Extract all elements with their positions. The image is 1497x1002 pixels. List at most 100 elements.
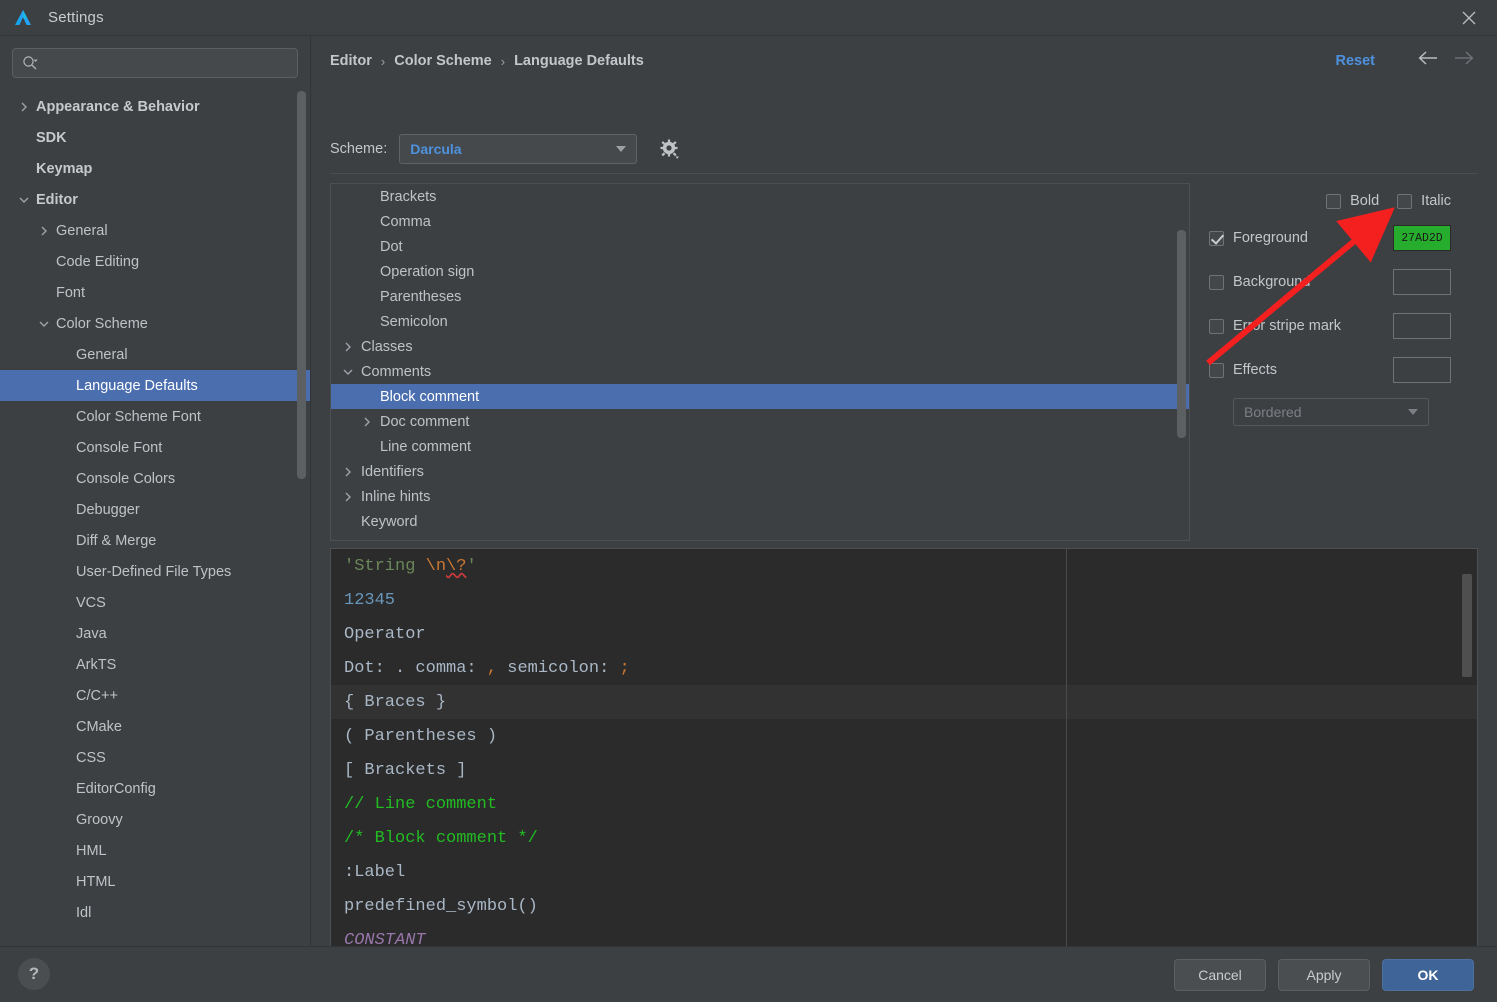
effects-checkbox[interactable]: [1209, 362, 1224, 378]
chevron-down-icon: [1408, 409, 1418, 415]
sidebar-item-debugger[interactable]: Debugger: [0, 494, 310, 525]
sidebar-scrollbar-thumb[interactable]: [297, 91, 306, 479]
reset-link[interactable]: Reset: [1336, 53, 1376, 69]
category-item-block-comment[interactable]: Block comment: [331, 384, 1189, 409]
chevron-down-icon[interactable]: [36, 316, 52, 332]
effects-color-swatch[interactable]: [1393, 357, 1451, 383]
code-preview[interactable]: 'String \n \? ' 12345 Operator Dot: . comm…: [330, 548, 1478, 960]
sidebar-item-console-font[interactable]: Console Font: [0, 432, 310, 463]
category-item-doc-comment[interactable]: Doc comment: [331, 409, 1189, 434]
italic-checkbox[interactable]: [1397, 193, 1413, 209]
ok-button[interactable]: OK: [1382, 959, 1474, 991]
sidebar-item-color-scheme[interactable]: Color Scheme: [0, 308, 310, 339]
sidebar-item-html[interactable]: HTML: [0, 866, 310, 897]
sidebar-item-color-scheme-font[interactable]: Color Scheme Font: [0, 401, 310, 432]
sidebar-item-arkts[interactable]: ArkTS: [0, 649, 310, 680]
chevron-right-icon[interactable]: [358, 417, 376, 427]
attribute-label: Error stripe mark: [1233, 318, 1341, 334]
sidebar-item-code-editing[interactable]: Code Editing: [0, 246, 310, 277]
chevron-right-icon[interactable]: [16, 99, 32, 115]
chevron-right-icon[interactable]: [339, 492, 357, 502]
sidebar-item-font[interactable]: Font: [0, 277, 310, 308]
preview-scrollbar-thumb[interactable]: [1462, 574, 1472, 677]
effect-type-value: Bordered: [1244, 404, 1302, 420]
header-divider: [330, 173, 1478, 174]
sidebar-item-general[interactable]: General: [0, 339, 310, 370]
chevron-right-icon[interactable]: [339, 467, 357, 477]
sidebar-item-sdk[interactable]: SDK: [0, 122, 310, 153]
category-scrollbar-thumb[interactable]: [1177, 230, 1186, 438]
foreground-color-swatch[interactable]: 27AD2D: [1393, 225, 1451, 251]
cancel-button[interactable]: Cancel: [1174, 959, 1266, 991]
sidebar-item-console-colors[interactable]: Console Colors: [0, 463, 310, 494]
foreground-checkbox[interactable]: [1209, 230, 1224, 246]
token-operator: Operator: [344, 624, 426, 644]
sidebar-item-hml[interactable]: HML: [0, 835, 310, 866]
gear-icon[interactable]: [659, 138, 681, 160]
token-line-comment: // Line comment: [344, 794, 498, 814]
category-item-comma[interactable]: Comma: [331, 209, 1189, 234]
token-string: 'String: [344, 556, 426, 576]
category-item-semicolon[interactable]: Semicolon: [331, 309, 1189, 334]
color-category-tree[interactable]: Brackets Comma Dot Operation sign Parenthese…: [330, 183, 1190, 541]
category-item-line-comment[interactable]: Line comment: [331, 434, 1189, 459]
breadcrumb-item[interactable]: Language Defaults: [514, 53, 644, 69]
sidebar-item-language-defaults[interactable]: Language Defaults: [0, 370, 310, 401]
search-input[interactable]: [43, 55, 289, 71]
category-item-operation-sign[interactable]: Operation sign: [331, 259, 1189, 284]
chevron-right-icon[interactable]: [36, 223, 52, 239]
arrow-right-icon[interactable]: [1453, 49, 1475, 67]
breadcrumb-item[interactable]: Editor: [330, 53, 372, 69]
italic-label: Italic: [1421, 193, 1451, 209]
apply-button[interactable]: Apply: [1278, 959, 1370, 991]
search-box[interactable]: [12, 48, 298, 78]
search-container: [0, 36, 310, 78]
effect-type-dropdown[interactable]: Bordered: [1233, 398, 1429, 426]
sidebar-item-cmake[interactable]: CMake: [0, 711, 310, 742]
category-item-dot[interactable]: Dot: [331, 234, 1189, 259]
sidebar-item-label: CSS: [76, 749, 106, 766]
category-item-inline-hints[interactable]: Inline hints: [331, 484, 1189, 509]
sidebar-item-css[interactable]: CSS: [0, 742, 310, 773]
arrow-left-icon[interactable]: [1417, 49, 1439, 67]
chevron-down-icon[interactable]: [339, 367, 357, 377]
bold-checkbox[interactable]: [1326, 193, 1342, 209]
category-item-parentheses[interactable]: Parentheses: [331, 284, 1189, 309]
sidebar-item-editorconfig[interactable]: EditorConfig: [0, 773, 310, 804]
bold-checkbox-group[interactable]: Bold: [1326, 193, 1379, 209]
sidebar-item-c-c[interactable]: C/C++: [0, 680, 310, 711]
sidebar-item-keymap[interactable]: Keymap: [0, 153, 310, 184]
category-item-brackets[interactable]: Brackets: [331, 184, 1189, 209]
bold-label: Bold: [1350, 193, 1380, 209]
breadcrumb-item[interactable]: Color Scheme: [394, 53, 492, 69]
error-stripe-mark-checkbox[interactable]: [1209, 318, 1224, 334]
sidebar-item-editor[interactable]: Editor: [0, 184, 310, 215]
search-icon: [21, 54, 39, 72]
sidebar-scrollbar[interactable]: [297, 91, 308, 929]
sidebar-item-vcs[interactable]: VCS: [0, 587, 310, 618]
chevron-down-icon[interactable]: [16, 192, 32, 208]
preview-line: /* Block comment */: [331, 821, 1477, 855]
sidebar-item-idl[interactable]: Idl: [0, 897, 310, 928]
background-checkbox[interactable]: [1209, 274, 1224, 290]
breadcrumb-separator: ›: [380, 53, 386, 69]
help-icon[interactable]: ?: [18, 958, 50, 990]
sidebar-item-general[interactable]: General: [0, 215, 310, 246]
scheme-dropdown[interactable]: Darcula: [399, 134, 638, 164]
sidebar-item-diff-merge[interactable]: Diff & Merge: [0, 525, 310, 556]
sidebar-item-label: HML: [76, 842, 107, 859]
sidebar-item-appearance-behavior[interactable]: Appearance & Behavior: [0, 91, 310, 122]
category-item-identifiers[interactable]: Identifiers: [331, 459, 1189, 484]
error-stripe-mark-color-swatch[interactable]: [1393, 313, 1451, 339]
background-color-swatch[interactable]: [1393, 269, 1451, 295]
close-icon[interactable]: [1441, 0, 1497, 36]
sidebar-item-user-defined-file-types[interactable]: User-Defined File Types: [0, 556, 310, 587]
chevron-right-icon[interactable]: [339, 342, 357, 352]
category-item-classes[interactable]: Classes: [331, 334, 1189, 359]
sidebar-item-groovy[interactable]: Groovy: [0, 804, 310, 835]
category-item-comments[interactable]: Comments: [331, 359, 1189, 384]
italic-checkbox-group[interactable]: Italic: [1397, 193, 1451, 209]
sidebar-item-java[interactable]: Java: [0, 618, 310, 649]
category-item-keyword[interactable]: Keyword: [331, 509, 1189, 534]
window-title: Settings: [48, 9, 104, 26]
